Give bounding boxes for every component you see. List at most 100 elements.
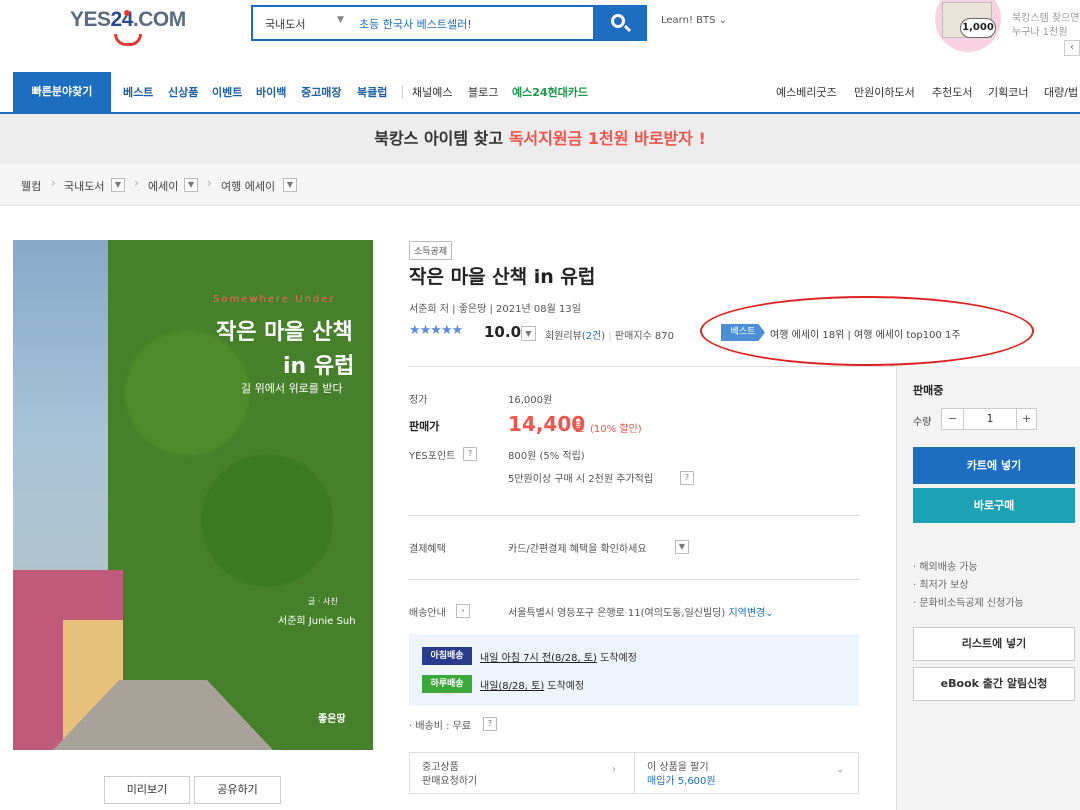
chevron-down-icon[interactable]: ▼ [675, 540, 689, 554]
points-value: 800원 (5% 적립) [508, 451, 585, 462]
nav-item-goods[interactable]: 예스베리굿즈 [776, 84, 837, 100]
extra-points: 5만원이상 구매 시 2천원 추가적립 [508, 474, 654, 485]
shipping-fee: · 배송비 : 무료 [409, 721, 472, 732]
review-stats: 회원리뷰(2건) | 판매지수 870 [545, 331, 674, 342]
chevron-right-icon: › [207, 176, 212, 190]
sidebar-note: · 문화비소득공제 신청가능 [913, 598, 1024, 609]
nav-item-best[interactable]: 베스트 [123, 84, 153, 100]
chevron-down-icon[interactable]: ⌄ [836, 764, 844, 775]
search-button[interactable] [593, 5, 647, 41]
divider [409, 515, 859, 516]
sale-price-label: 판매가 [409, 420, 440, 433]
breadcrumb-home[interactable]: 웰컴 [21, 178, 41, 194]
promo-text[interactable]: 누구나 1천원 [1012, 23, 1068, 38]
used-sale-request[interactable]: 판매요청하기 [422, 772, 477, 787]
question-icon[interactable]: ? [680, 471, 694, 485]
nav-item-blog[interactable]: 블로그 [468, 84, 498, 100]
breadcrumb-essay[interactable]: 에세이 [148, 178, 178, 194]
payment-benefit-value: 카드/간편결제 혜택을 확인하세요 [508, 544, 647, 555]
nav-item-bulk[interactable]: 대량/법 [1044, 84, 1078, 100]
chevron-right-icon[interactable]: › [456, 604, 470, 618]
breadcrumb-travel-essay[interactable]: 여행 에세이 [221, 178, 275, 194]
cover-title: 작은 마을 산책 [216, 320, 353, 345]
quantity-plus-button[interactable]: + [1016, 409, 1036, 429]
rating-score: 10.0 [484, 323, 522, 341]
chevron-down-icon[interactable]: ▼ [111, 178, 125, 192]
chevron-down-icon[interactable]: ▼ [184, 178, 198, 192]
product-title: 작은 마을 산책 in 유럽 [409, 266, 596, 288]
quantity-stepper: − 1 + [941, 408, 1037, 430]
nav-item-under-10k[interactable]: 만원이하도서 [854, 84, 915, 100]
sameday-delivery-text: 내일(8/28, 토) 도착예정 [480, 677, 584, 692]
learn-bts-link[interactable]: Learn! BTS ⌄ [661, 15, 727, 26]
add-to-cart-button[interactable]: 카트에 넣기 [913, 447, 1075, 484]
chevron-down-icon[interactable]: ▼ [283, 178, 297, 192]
used-product-label[interactable]: 중고상품 [422, 758, 459, 773]
sale-price-unit: 원 [574, 420, 586, 434]
sidebar-note: · 해외배송 가능 [913, 562, 978, 573]
book-cover-image[interactable]: Somewhere Under 작은 마을 산책 in 유럽 길 위에서 위로를… [13, 240, 373, 750]
review-label: 회원리뷰( [545, 331, 586, 342]
cover-subtitle-en: Somewhere Under [213, 294, 336, 305]
buy-now-button[interactable]: 바로구매 [913, 488, 1075, 523]
sell-this-product[interactable]: 이 상품을 팔기 [647, 758, 709, 773]
quantity-minus-button[interactable]: − [942, 409, 964, 429]
question-icon[interactable]: ? [483, 717, 497, 731]
nav-item-recommended[interactable]: 추천도서 [932, 84, 972, 100]
nav-item-new[interactable]: 신상품 [168, 84, 198, 100]
quantity-input[interactable]: 1 [964, 409, 1016, 429]
buyback-price: 매입가 5,600원 [647, 776, 716, 787]
change-region-link[interactable]: 지역변경 [728, 608, 765, 619]
delivery-suffix: 도착예정 [596, 653, 637, 664]
product-meta: 서준희 저 | 좋은땅 | 2021년 08월 13일 [409, 304, 581, 315]
yes24-logo[interactable]: YES24.COM [70, 8, 186, 46]
add-to-list-button[interactable]: 리스트에 넣기 [913, 627, 1075, 661]
search-bar: 국내도서 ▼ 초등 한국사 베스트셀러! [251, 5, 647, 41]
ebook-alert-button[interactable]: eBook 출간 알림신청 [913, 667, 1075, 701]
promo-badge: 1,000 [960, 18, 996, 38]
chevron-left-icon[interactable]: ‹ [1064, 40, 1080, 56]
chevron-down-icon[interactable]: ⌄ [765, 608, 773, 619]
morning-delivery-date[interactable]: 내일 아침 7시 전(8/28, 토) [480, 653, 597, 664]
nav-item-channel-yes[interactable]: 채널예스 [412, 84, 452, 100]
shipping-address: 서울특별시 영등포구 은행로 11(여의도동,일신빌딩) 지역변경⌄ [508, 604, 774, 619]
morning-delivery-tag: 아침배송 [422, 647, 472, 665]
sameday-delivery-tag: 하루배송 [422, 675, 472, 693]
tax-deduction-badge: 소득공제 [409, 241, 453, 260]
logo-dot-icon [124, 10, 130, 16]
review-count-link[interactable]: 2건 [586, 331, 602, 342]
share-button[interactable]: 공유하기 [194, 776, 281, 804]
nav-item-used-store[interactable]: 중고매장 [301, 84, 341, 100]
question-icon[interactable]: ? [463, 447, 477, 461]
quick-category-button[interactable]: 빠른분야찾기 [13, 72, 111, 112]
nav-item-bookclub[interactable]: 북클럽 [357, 84, 387, 100]
morning-delivery-text: 내일 아침 7시 전(8/28, 토) 도착예정 [480, 649, 637, 664]
chevron-down-icon[interactable]: ▼ [337, 15, 344, 25]
shipping-address-text: 서울특별시 영등포구 은행로 11(여의도동,일신빌딩) [508, 608, 726, 619]
divider [409, 579, 859, 580]
chevron-down-icon[interactable]: ▼ [521, 326, 536, 341]
nav-item-card[interactable]: 예스24현대카드 [512, 84, 588, 100]
promo-text[interactable]: 북캉스템 찾으면 [1012, 9, 1080, 24]
search-icon [611, 14, 625, 28]
banner-text: 북캉스 아이템 찾고 [374, 129, 509, 148]
sameday-delivery-date[interactable]: 내일(8/28, 토) [480, 681, 544, 692]
chevron-right-icon[interactable]: › [612, 764, 616, 775]
preview-button[interactable]: 미리보기 [104, 776, 190, 804]
breadcrumb-domestic[interactable]: 국내도서 [64, 178, 104, 194]
list-price-value: 16,000원 [508, 395, 553, 406]
sales-index: 판매지수 870 [614, 331, 674, 342]
nav-item-special[interactable]: 기획코너 [988, 84, 1028, 100]
search-icon-handle [623, 24, 632, 33]
promo-banner-strip[interactable]: 북캉스 아이템 찾고 독서지원금 1천원 바로받자 ! [0, 114, 1080, 164]
rating-stars-icon: ★★★★★ [409, 323, 463, 338]
delivery-suffix: 도착예정 [544, 681, 585, 692]
nav-item-event[interactable]: 이벤트 [212, 84, 242, 100]
search-input[interactable]: 초등 한국사 베스트셀러! [359, 16, 472, 32]
highlight-circle [700, 296, 1034, 366]
search-category-select[interactable]: 국내도서 [265, 16, 305, 32]
cover-author: 서준희 Junie Suh [278, 616, 356, 627]
logo-smile-icon [114, 34, 142, 46]
cover-title: in 유럽 [283, 354, 355, 379]
nav-item-buyback[interactable]: 바이백 [256, 84, 286, 100]
